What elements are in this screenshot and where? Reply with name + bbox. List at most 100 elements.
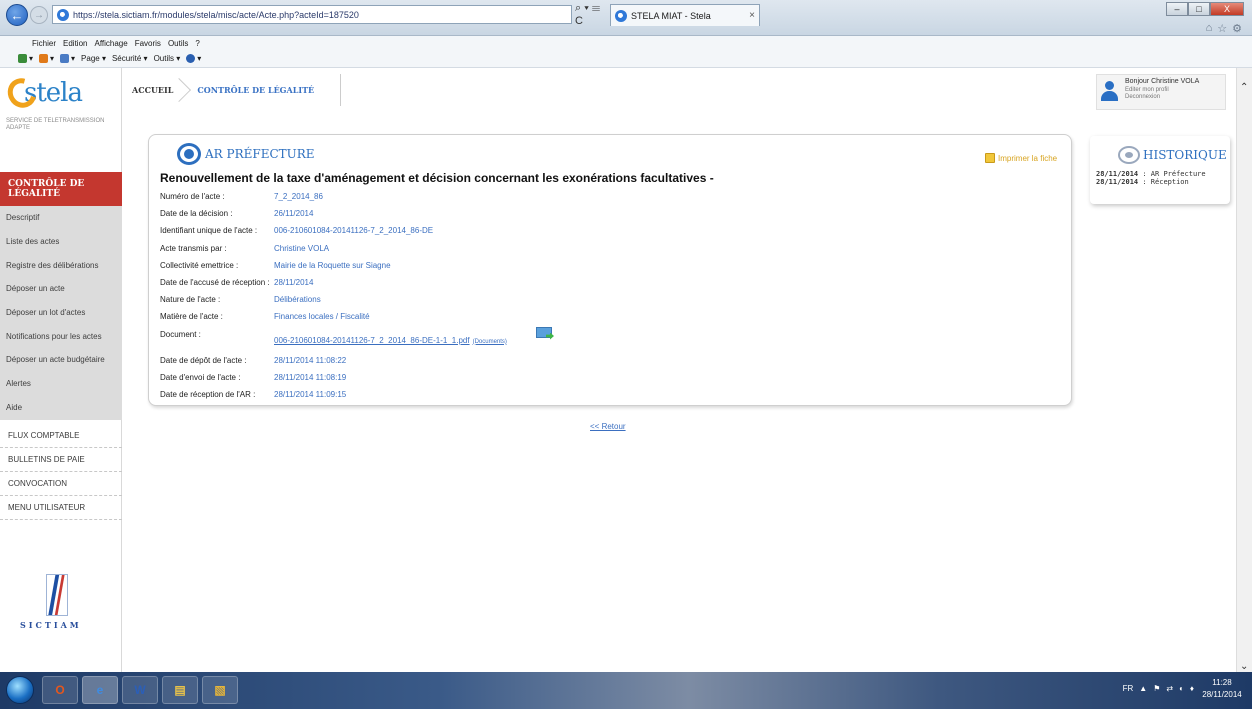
stela-logo[interactable]: stela <box>2 73 98 113</box>
history-entry: 28/11/2014 : Réception <box>1096 178 1206 186</box>
close-window-button[interactable]: X <box>1210 2 1244 16</box>
vertical-scrollbar[interactable]: ⌃ ⌄ <box>1236 68 1252 672</box>
subnav-registre[interactable]: Registre des délibérations <box>0 253 122 277</box>
language-indicator[interactable]: FR <box>1123 684 1134 693</box>
field-row-matiere: Matière de l'acte : Finances locales / F… <box>160 309 1040 326</box>
web-page: stela SERVICE DE TELETRANSMISSION ADAPTE… <box>0 68 1236 672</box>
window-controls: – □ X <box>1166 2 1244 16</box>
command-security[interactable]: Sécurité ▾ <box>112 54 148 63</box>
printer-icon <box>985 153 995 163</box>
document-filename[interactable]: 006-210601084-20141126-7_2_2014_86-DE-1-… <box>274 336 470 345</box>
field-label: Nature de l'acte : <box>160 295 221 305</box>
taskbar-folder-icon[interactable]: ▧ <box>202 676 238 704</box>
subnav-aide[interactable]: Aide <box>0 396 122 420</box>
document-link[interactable]: 006-210601084-20141126-7_2_2014_86-DE-1-… <box>274 336 507 345</box>
command-home[interactable]: ▾ <box>18 54 33 64</box>
command-page[interactable]: Page ▾ <box>81 54 106 63</box>
act-fields: Numéro de l'acte : 7_2_2014_86 Date de l… <box>160 189 1040 404</box>
menu-edition[interactable]: Edition <box>63 39 87 48</box>
menu-affichage[interactable]: Affichage <box>94 39 127 48</box>
subnav-acte-budgetaire[interactable]: Déposer un acte budgétaire <box>0 348 122 372</box>
volume-icon[interactable]: ◐ <box>1179 684 1184 693</box>
sidebar-subnav: Descriptif Liste des actes Registre des … <box>0 206 122 420</box>
field-row-date-decision: Date de la décision : 26/11/2014 <box>160 206 1040 223</box>
field-label: Date d'envoi de l'acte : <box>160 372 241 382</box>
subnav-descriptif[interactable]: Descriptif <box>0 206 122 230</box>
taskbar-office-icon[interactable]: O <box>42 676 78 704</box>
act-detail-card: AR PRÉFECTURE Imprimer la fiche Renouvel… <box>148 134 1072 406</box>
subnav-deposer-acte[interactable]: Déposer un acte <box>0 277 122 301</box>
breadcrumb-current[interactable]: CONTRÔLE DE LÉGALITÉ <box>197 85 314 95</box>
field-row-date-reception-ar: Date de réception de l'AR : 28/11/2014 1… <box>160 387 1040 404</box>
sidebar-section-flux-comptable[interactable]: FLUX COMPTABLE <box>0 424 122 448</box>
sidebar: stela SERVICE DE TELETRANSMISSION ADAPTE… <box>0 68 122 672</box>
back-arrow-icon[interactable]: ← <box>6 4 28 26</box>
subnav-notifications[interactable]: Notifications pour les actes <box>0 324 122 348</box>
menu-outils[interactable]: Outils <box>168 39 188 48</box>
taskbar-explorer-icon[interactable]: ▤ <box>162 676 198 704</box>
menu-fichier[interactable]: Fichier <box>32 39 56 48</box>
action-center-flag-icon[interactable]: ⚑ <box>1153 684 1160 693</box>
taskbar-word-icon[interactable]: W <box>122 676 158 704</box>
field-value: 26/11/2014 <box>274 209 314 219</box>
history-list: 28/11/2014 : AR Préfecture 28/11/2014 : … <box>1096 170 1206 186</box>
command-feeds[interactable]: ▾ <box>39 54 54 64</box>
address-tools[interactable]: ⌕ ▾ ☰ C <box>575 2 605 27</box>
field-value: Christine VOLA <box>274 243 330 253</box>
settings-gear-icon[interactable]: ⚙ <box>1232 22 1242 35</box>
clock-time: 11:28 <box>1212 678 1232 687</box>
history-event: : AR Préfecture <box>1138 170 1206 178</box>
field-value: 28/11/2014 <box>274 277 314 287</box>
history-panel: HISTORIQUE 28/11/2014 : AR Préfecture 28… <box>1090 136 1230 204</box>
history-event: : Réception <box>1138 178 1189 186</box>
print-sheet-link[interactable]: Imprimer la fiche <box>985 153 1057 163</box>
logo-subtitle: SERVICE DE TELETRANSMISSION ADAPTE <box>6 118 105 131</box>
sidebar-section-menu-utilisateur[interactable]: MENU UTILISATEUR <box>0 496 122 520</box>
favorites-star-icon[interactable]: ☆ <box>1217 22 1227 35</box>
taskbar-clock[interactable]: 11:28 28/11/2014 <box>1200 677 1244 701</box>
subnav-liste-actes[interactable]: Liste des actes <box>0 230 122 254</box>
edit-profile-link[interactable]: Editer mon profil <box>1125 87 1169 93</box>
home-icon[interactable]: ⌂ <box>1206 22 1213 35</box>
sidebar-section-controle-legalite[interactable]: CONTRÔLE DE LÉGALITÉ <box>0 172 122 206</box>
command-tools[interactable]: Outils ▾ <box>154 54 181 63</box>
address-bar[interactable]: https://stela.sictiam.fr/modules/stela/m… <box>52 5 572 24</box>
send-document-icon[interactable] <box>536 326 552 338</box>
history-title: HISTORIQUE <box>1143 148 1227 162</box>
subnav-alertes[interactable]: Alertes <box>0 372 122 396</box>
start-button[interactable] <box>6 676 34 704</box>
show-hidden-icons-icon[interactable]: ▲ <box>1139 684 1147 693</box>
command-mail[interactable]: ▾ <box>60 54 75 64</box>
browser-tab[interactable]: STELA MIAT - Stela × <box>610 4 760 26</box>
menu-favoris[interactable]: Favoris <box>135 39 161 48</box>
sidebar-section-bulletins-paie[interactable]: BULLETINS DE PAIE <box>0 448 122 472</box>
tray-app-icon[interactable]: ♦ <box>1190 684 1194 693</box>
maximize-button[interactable]: □ <box>1188 2 1210 16</box>
system-tray: FR ▲ ⚑ ⇄ ◐ ♦ <box>1123 684 1194 693</box>
tab-close-icon[interactable]: × <box>749 10 755 21</box>
network-icon[interactable]: ⇄ <box>1166 684 1173 693</box>
logout-link[interactable]: Deconnexion <box>1125 94 1160 100</box>
return-link[interactable]: << Retour <box>590 422 626 431</box>
subnav-deposer-lot[interactable]: Déposer un lot d'actes <box>0 301 122 325</box>
field-label: Matière de l'acte : <box>160 312 223 322</box>
field-value: Finances locales / Fiscalité <box>274 312 370 322</box>
scroll-down-icon[interactable]: ⌄ <box>1240 661 1248 672</box>
field-row-nature: Nature de l'acte : Délibérations <box>160 292 1040 309</box>
address-url[interactable]: https://stela.sictiam.fr/modules/stela/m… <box>73 10 359 20</box>
history-heading: HISTORIQUE <box>1118 146 1227 164</box>
field-label: Numéro de l'acte : <box>160 192 225 201</box>
tab-title: STELA MIAT - Stela <box>631 10 711 21</box>
help-icon <box>186 54 196 64</box>
minimize-button[interactable]: – <box>1166 2 1188 16</box>
menu-help[interactable]: ? <box>195 39 199 48</box>
tab-favicon-icon <box>615 9 627 22</box>
field-row-accuse-reception: Date de l'accusé de réception : 28/11/20… <box>160 275 1040 292</box>
command-help[interactable]: ▾ <box>186 54 201 64</box>
sictiam-logo-mark-icon <box>46 574 68 616</box>
taskbar-internet-explorer-icon[interactable]: e <box>82 676 118 704</box>
forward-arrow-icon[interactable]: → <box>30 6 48 24</box>
sidebar-section-convocation[interactable]: CONVOCATION <box>0 472 122 496</box>
scroll-up-icon[interactable]: ⌃ <box>1240 82 1248 93</box>
field-label: Acte transmis par : <box>160 243 227 253</box>
